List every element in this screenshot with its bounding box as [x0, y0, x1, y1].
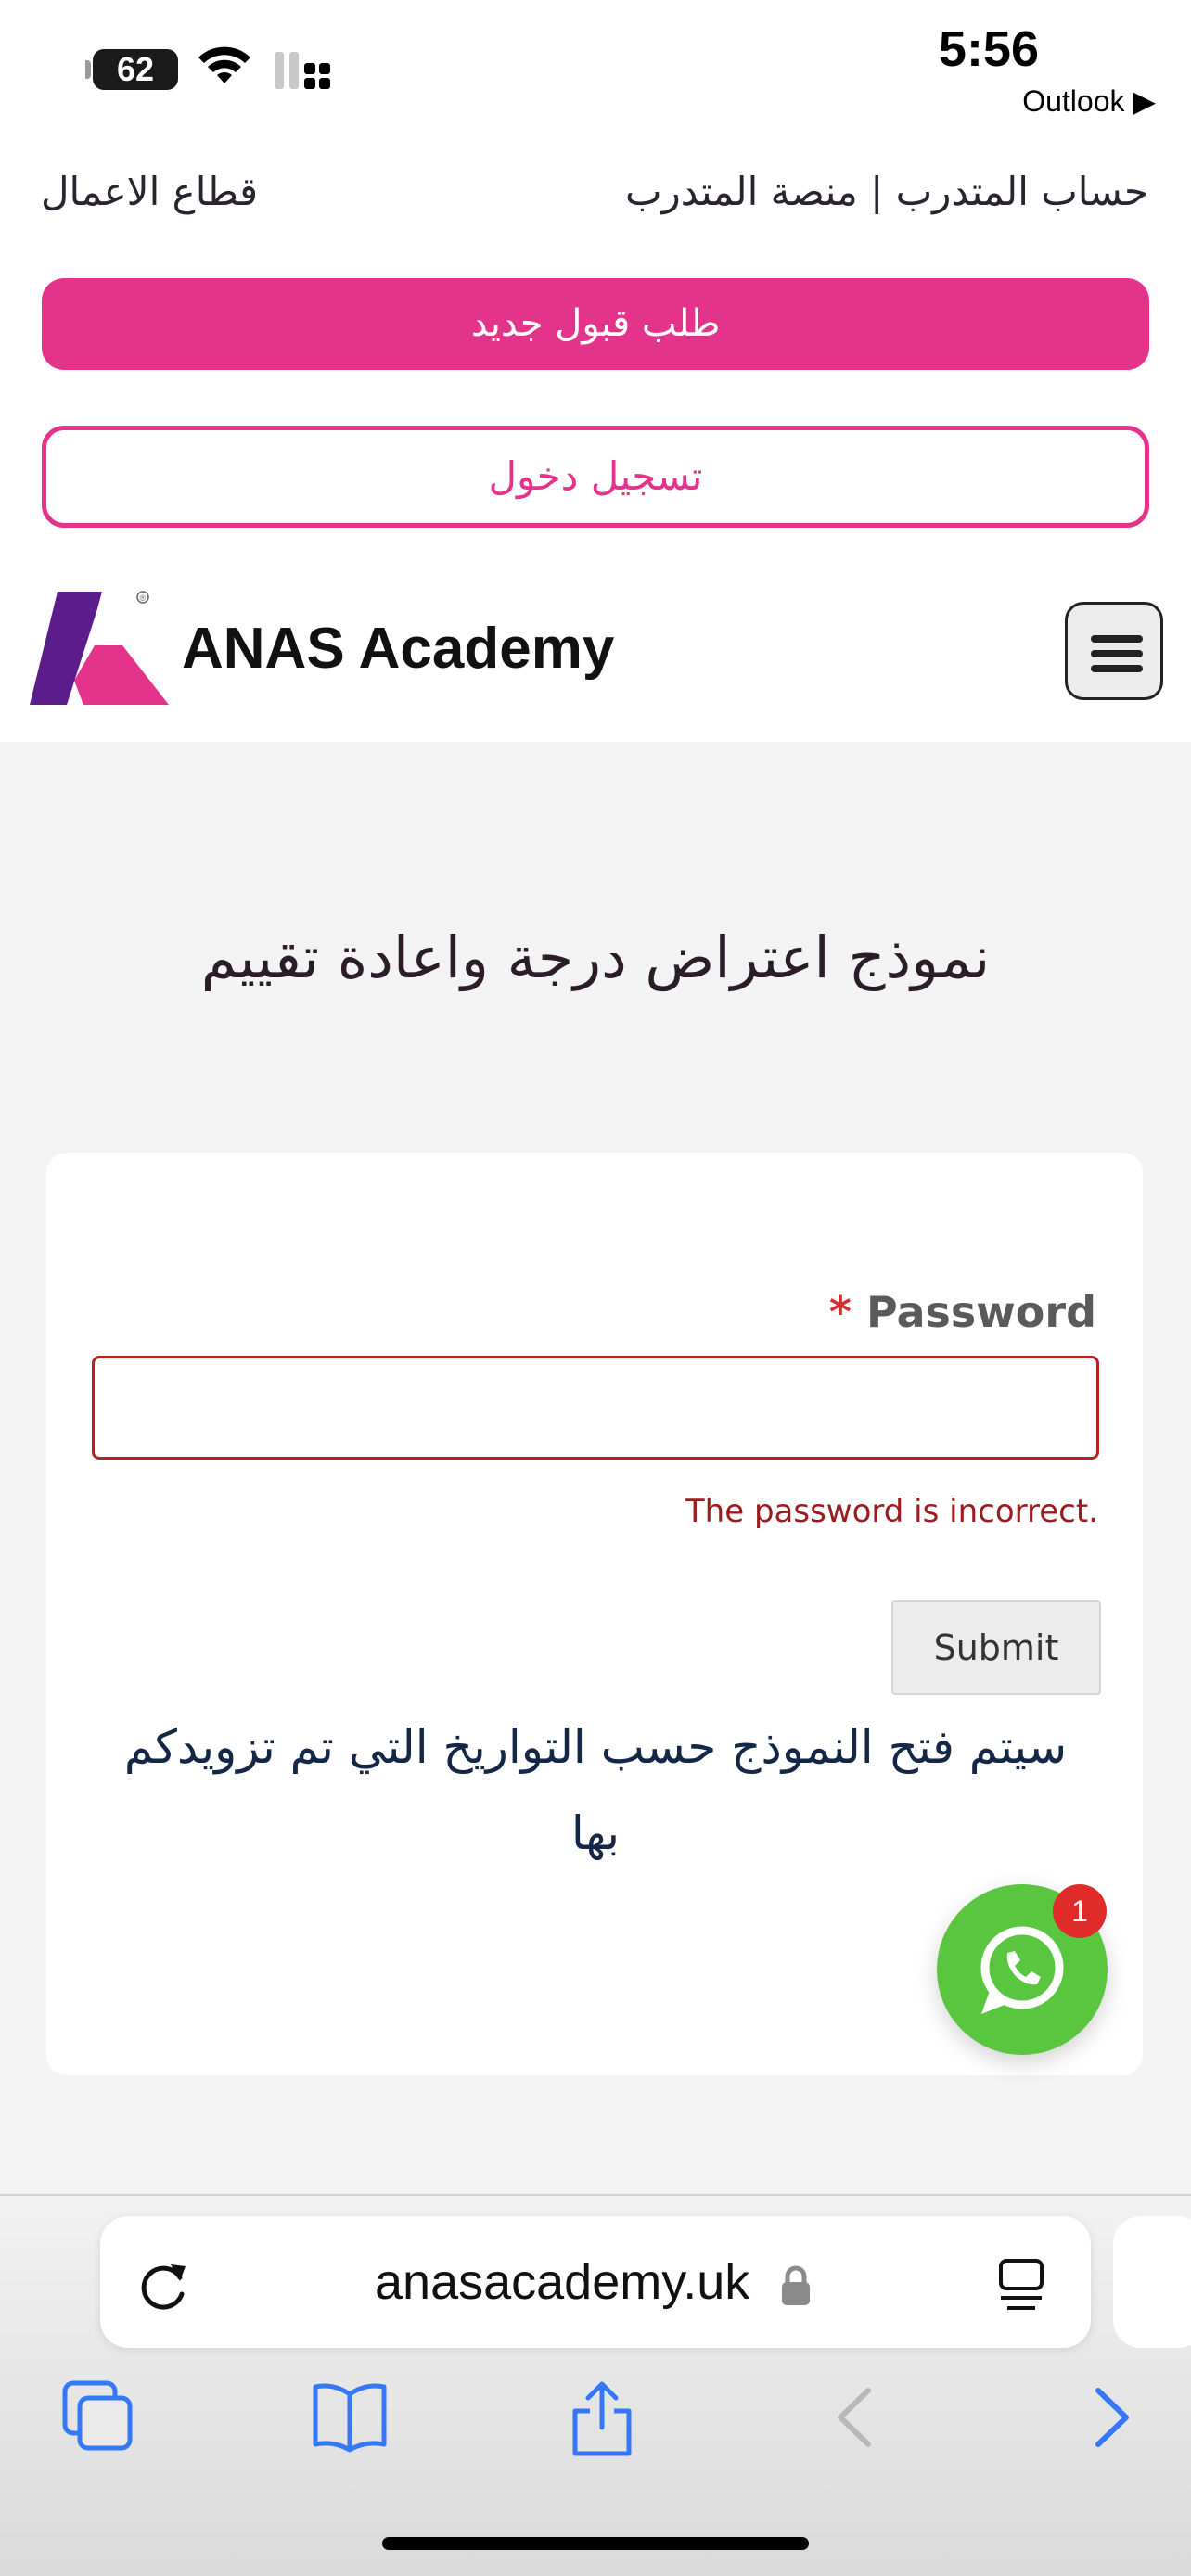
- notification-badge: 1: [1053, 1884, 1107, 1938]
- reload-icon[interactable]: [135, 2257, 193, 2315]
- back-arrow-icon[interactable]: [831, 2385, 877, 2450]
- wifi-icon: [198, 46, 250, 83]
- submit-button[interactable]: Submit: [891, 1600, 1101, 1695]
- cellular-signal-icon: [275, 52, 330, 89]
- tabs-icon[interactable]: [61, 2379, 135, 2454]
- home-indicator[interactable]: [382, 2537, 809, 2550]
- battery-indicator: 62: [93, 49, 178, 90]
- brand-name: ANAS Academy: [182, 617, 615, 681]
- page-title: نموذج اعتراض درجة واعادة تقييم: [200, 924, 991, 991]
- anas-academy-logo[interactable]: ®: [30, 588, 169, 708]
- login-button[interactable]: تسجيل دخول: [42, 426, 1149, 528]
- back-to-app-link[interactable]: Outlook ▶: [1022, 83, 1156, 119]
- menu-icon-bar: [1091, 635, 1143, 643]
- share-icon[interactable]: [570, 2379, 634, 2459]
- url-text[interactable]: anasacademy.uk: [375, 2253, 749, 2311]
- trainee-account-link[interactable]: حساب المتدرب | منصة المتدرب: [625, 169, 1148, 214]
- menu-icon-bar: [1091, 650, 1143, 657]
- status-bar: 62 5:56 Outlook ▶: [0, 0, 1191, 139]
- clock-time: 5:56: [938, 21, 1039, 77]
- forward-arrow-icon[interactable]: [1089, 2385, 1135, 2450]
- battery-cap: [85, 60, 91, 79]
- hamburger-menu-button[interactable]: [1065, 602, 1163, 700]
- password-error-message: The password is incorrect.: [685, 1493, 1098, 1530]
- menu-icon-bar: [1091, 665, 1143, 672]
- lock-icon: [782, 2265, 810, 2305]
- password-label-text: Password: [866, 1287, 1096, 1337]
- reader-mode-icon[interactable]: [996, 2257, 1046, 2315]
- password-label: * Password: [829, 1287, 1096, 1337]
- password-input[interactable]: [92, 1356, 1099, 1460]
- next-tab-preview[interactable]: [1113, 2216, 1191, 2348]
- required-asterisk: *: [828, 1287, 852, 1337]
- bookmarks-icon[interactable]: [310, 2379, 390, 2454]
- registered-mark: ®: [140, 593, 147, 603]
- form-availability-notice: سيتم فتح النموذج حسب التواريخ التي تم تز…: [123, 1720, 1068, 1860]
- business-sector-link[interactable]: قطاع الاعمال: [41, 169, 258, 214]
- new-admission-button[interactable]: طلب قبول جديد: [42, 278, 1149, 370]
